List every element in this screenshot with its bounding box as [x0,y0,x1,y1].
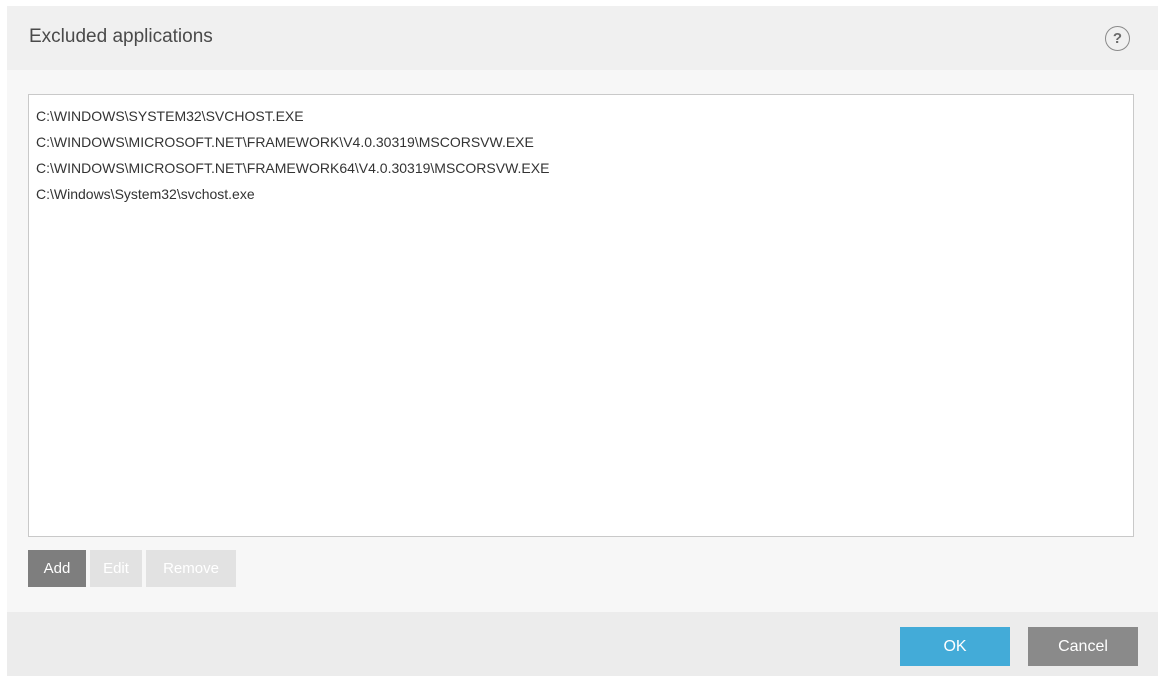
dialog-header: Excluded applications ? [7,6,1158,70]
list-item[interactable]: C:\WINDOWS\MICROSOFT.NET\FRAMEWORK\V4.0.… [36,129,1126,155]
help-icon[interactable]: ? [1105,26,1130,51]
list-item[interactable]: C:\Windows\System32\svchost.exe [36,181,1126,207]
list-item[interactable]: C:\WINDOWS\SYSTEM32\SVCHOST.EXE [36,103,1126,129]
dialog-title: Excluded applications [29,26,213,47]
cancel-button[interactable]: Cancel [1028,627,1138,666]
add-button[interactable]: Add [28,550,86,587]
edit-button[interactable]: Edit [90,550,142,587]
remove-button[interactable]: Remove [146,550,236,587]
list-button-group: Add Edit Remove [28,550,236,587]
list-item[interactable]: C:\WINDOWS\MICROSOFT.NET\FRAMEWORK64\V4.… [36,155,1126,181]
excluded-applications-dialog: Excluded applications ? C:\WINDOWS\SYSTE… [7,6,1158,676]
dialog-body: C:\WINDOWS\SYSTEM32\SVCHOST.EXE C:\WINDO… [7,70,1158,612]
dialog-footer: OK Cancel [7,612,1158,676]
excluded-applications-list[interactable]: C:\WINDOWS\SYSTEM32\SVCHOST.EXE C:\WINDO… [28,94,1134,537]
ok-button[interactable]: OK [900,627,1010,666]
